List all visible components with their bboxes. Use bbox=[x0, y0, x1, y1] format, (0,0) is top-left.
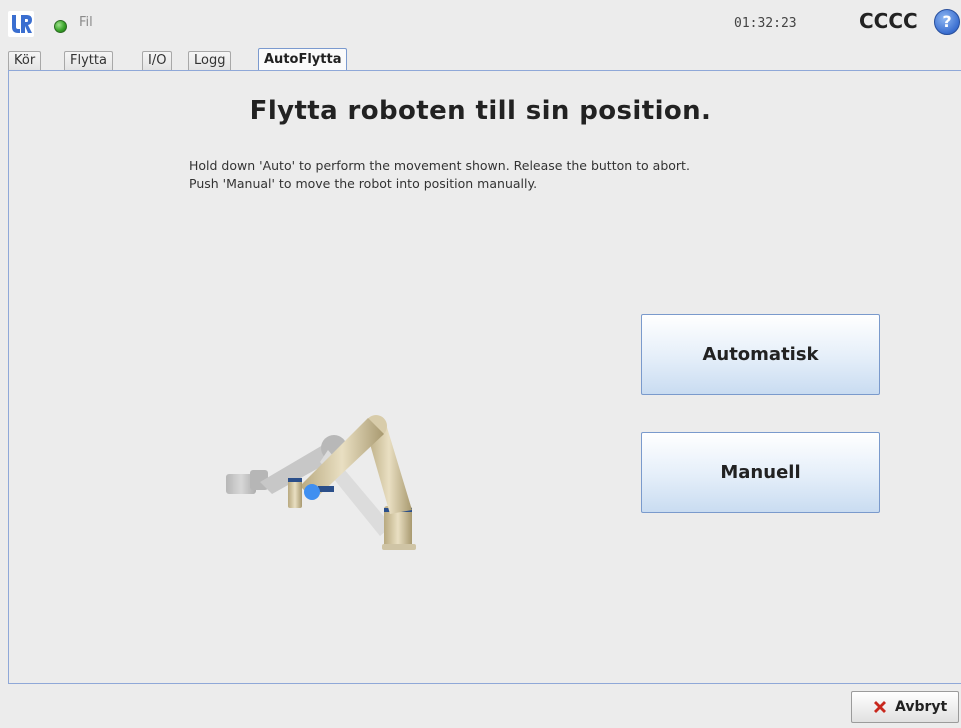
tab-logg[interactable]: Logg bbox=[188, 51, 232, 70]
cancel-button[interactable]: Avbryt bbox=[851, 691, 959, 723]
cancel-label: Avbryt bbox=[895, 699, 948, 715]
tab-kor[interactable]: Kör bbox=[8, 51, 42, 70]
robot-arm-illustration bbox=[226, 415, 416, 550]
tab-flytta[interactable]: Flytta bbox=[64, 51, 113, 70]
help-icon[interactable]: ? bbox=[934, 9, 960, 35]
robot-name: CCCC bbox=[859, 9, 918, 33]
file-menu[interactable]: Fil bbox=[79, 15, 93, 30]
instruction-line-2: Push 'Manual' to move the robot into pos… bbox=[189, 176, 538, 191]
manual-button[interactable]: Manuell bbox=[641, 432, 880, 513]
status-indicator-icon bbox=[54, 20, 67, 33]
ur-logo-icon bbox=[8, 11, 34, 37]
tab-autoflytta[interactable]: AutoFlytta bbox=[258, 48, 348, 71]
page-title: Flytta roboten till sin position. bbox=[249, 96, 712, 126]
clock: 01:32:23 bbox=[734, 16, 797, 31]
instruction-line-1: Hold down 'Auto' to perform the movement… bbox=[189, 158, 690, 173]
top-bar: Fil 01:32:23 CCCC ? bbox=[0, 0, 961, 48]
automatic-button[interactable]: Automatisk bbox=[641, 314, 880, 395]
bottom-bar bbox=[0, 684, 961, 728]
tab-io[interactable]: I/O bbox=[142, 51, 173, 70]
close-icon bbox=[874, 701, 886, 713]
